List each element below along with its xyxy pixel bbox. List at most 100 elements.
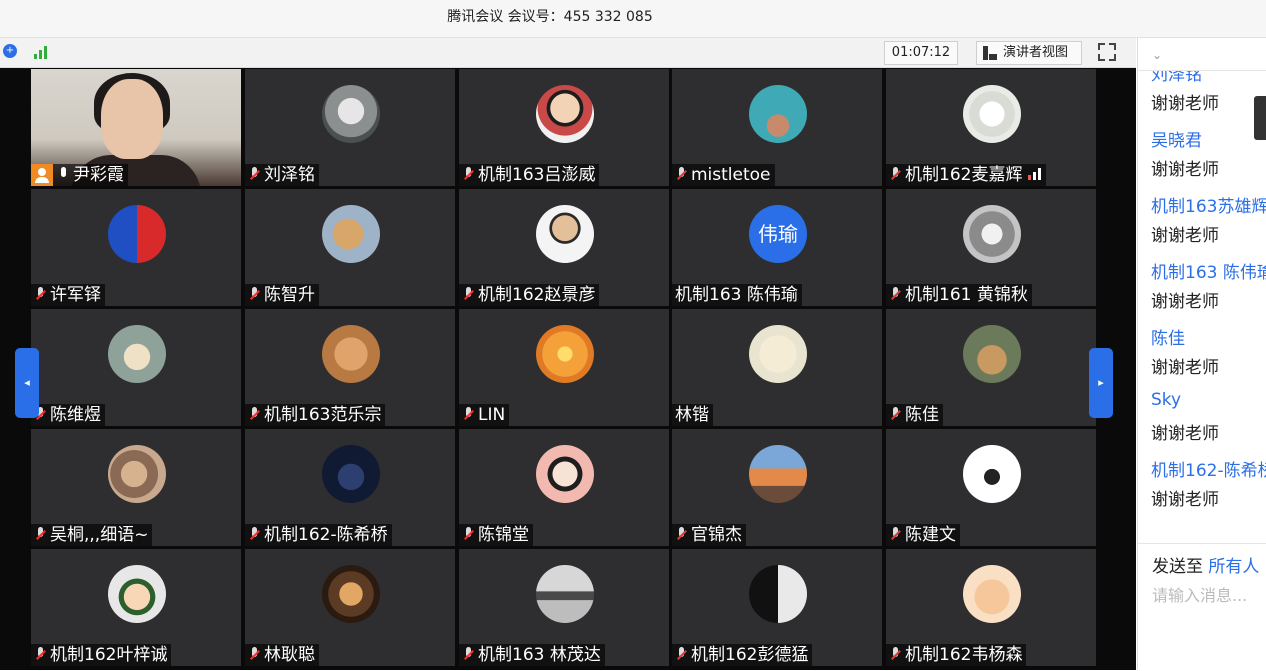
speaker-view-label: 演讲者视图 <box>1003 45 1069 60</box>
mic-muted-icon <box>34 287 47 302</box>
participant-name-bar: 机制163 林茂达 <box>459 644 605 666</box>
participant-avatar <box>108 325 166 383</box>
participant-name: 吴桐,,,细语~ <box>50 525 149 545</box>
participant-name-bar: 吴桐,,,细语~ <box>31 524 153 546</box>
participant-tile[interactable]: 吴桐,,,细语~ <box>31 429 241 546</box>
participant-name: 陈建文 <box>905 525 956 545</box>
chat-message-list[interactable]: 刘泽铭 谢谢老师 吴晓君 谢谢老师 机制163苏雄辉 谢谢老师 机制163 陈伟瑜 谢谢老师陈… <box>1138 71 1266 541</box>
participant-name-bar: 尹彩霞 <box>31 164 128 186</box>
participant-tile[interactable]: 机制163 林茂达 <box>459 549 669 666</box>
participant-tile[interactable]: 陈智升 <box>245 189 455 306</box>
participant-name-bar: 机制162韦杨森 <box>886 644 1027 666</box>
participant-name-bar: 机制162赵景彦 <box>459 284 600 306</box>
participant-tile[interactable]: 许军铎 <box>31 189 241 306</box>
mic-muted-icon <box>889 287 902 302</box>
speaker-view-button[interactable]: 演讲者视图 <box>976 41 1082 65</box>
mic-muted-icon <box>248 527 261 542</box>
participant-avatar <box>963 205 1021 263</box>
participant-avatar <box>108 445 166 503</box>
participant-name: 机制162韦杨森 <box>905 645 1023 665</box>
participant-avatar <box>963 445 1021 503</box>
participant-name: 机制163 林茂达 <box>478 645 601 665</box>
participant-tile[interactable]: 机制162麦嘉辉 <box>886 69 1096 186</box>
host-badge-icon <box>31 164 53 186</box>
participant-name: 机制162赵景彦 <box>478 285 596 305</box>
participant-tile[interactable]: mistletoe <box>672 69 882 186</box>
participant-avatar <box>322 325 380 383</box>
chat-message-text: 谢谢老师 <box>1151 424 1219 444</box>
send-to-target[interactable]: 所有人 <box>1208 557 1259 577</box>
participant-tile[interactable]: 官锦杰 <box>672 429 882 546</box>
participant-avatar <box>322 205 380 263</box>
participant-name: 陈维煜 <box>50 405 101 425</box>
chat-sender-name: 机制163 陈伟瑜 <box>1151 263 1266 283</box>
participant-tile[interactable]: 林耿聪 <box>245 549 455 666</box>
participant-name-bar: 刘泽铭 <box>245 164 319 186</box>
prev-page-button[interactable]: ◂ <box>15 348 39 418</box>
participant-tile[interactable]: 林锴 <box>672 309 882 426</box>
participant-avatar <box>536 565 594 623</box>
chat-sender-name: 机制162-陈希桥 <box>1151 461 1266 481</box>
participant-tile[interactable]: 机制162韦杨森 <box>886 549 1096 666</box>
send-to-label: 发送至 <box>1152 557 1203 577</box>
participant-name-bar: 许军铎 <box>31 284 105 306</box>
chat-input-area: 发送至 所有人 请输入消息... <box>1138 543 1266 671</box>
participant-name-bar: 官锦杰 <box>672 524 746 546</box>
participant-tile[interactable]: 尹彩霞 <box>31 69 241 186</box>
participant-name-bar: 机制161 黄锦秋 <box>886 284 1032 306</box>
chat-sender-name: 陈佳 <box>1151 329 1185 349</box>
participant-name: 机制163范乐宗 <box>264 405 382 425</box>
chat-input[interactable]: 请输入消息... <box>1152 582 1247 606</box>
security-shield-icon[interactable]: + <box>3 44 17 58</box>
participant-tile[interactable]: 机制161 黄锦秋 <box>886 189 1096 306</box>
participant-name-bar: 机制162麦嘉辉 <box>886 164 1047 186</box>
fullscreen-icon[interactable] <box>1098 43 1116 61</box>
participant-name-bar: LIN <box>459 404 510 426</box>
chat-scroll-handle[interactable] <box>1254 96 1266 140</box>
participant-name-bar: 陈锦堂 <box>459 524 533 546</box>
participant-tile[interactable]: 伟瑜 机制163 陈伟瑜 <box>672 189 882 306</box>
next-page-button[interactable]: ▸ <box>1089 348 1113 418</box>
chat-message-text: 谢谢老师 <box>1151 358 1219 378</box>
mic-muted-icon <box>889 167 902 182</box>
participant-tile[interactable]: 机制163吕澎威 <box>459 69 669 186</box>
participant-name: 官锦杰 <box>691 525 742 545</box>
chat-header: ⌄ <box>1138 38 1266 71</box>
participant-tile[interactable]: 机制163范乐宗 <box>245 309 455 426</box>
participant-tile[interactable]: 机制162彭德猛 <box>672 549 882 666</box>
mic-muted-icon <box>889 407 902 422</box>
network-signal-icon <box>1028 168 1042 180</box>
participant-name-bar: 机制163 陈伟瑜 <box>672 284 802 306</box>
participant-tile[interactable]: 机制162赵景彦 <box>459 189 669 306</box>
participant-tile[interactable]: 陈维煜 <box>31 309 241 426</box>
participant-name: 许军铎 <box>50 285 101 305</box>
mic-muted-icon <box>675 167 688 182</box>
mic-muted-icon <box>889 647 902 662</box>
chat-message-text: 谢谢老师 <box>1151 94 1219 114</box>
window-title: 腾讯会议 会议号：455 332 085 <box>447 9 653 25</box>
participant-name: LIN <box>478 405 506 425</box>
meeting-timer: 01:07:12 <box>884 41 958 65</box>
chat-sender-name: 刘泽铭 <box>1151 71 1202 85</box>
participant-avatar <box>108 205 166 263</box>
participant-tile[interactable]: 机制162-陈希桥 <box>245 429 455 546</box>
chevron-down-icon[interactable]: ⌄ <box>1152 48 1162 62</box>
participant-name-bar: 林耿聪 <box>245 644 319 666</box>
participant-tile[interactable]: 陈建文 <box>886 429 1096 546</box>
participant-name-bar: 林锴 <box>672 404 713 426</box>
mic-muted-icon <box>248 287 261 302</box>
participant-name-bar: 机制162叶梓诚 <box>31 644 172 666</box>
participant-name: 机制162叶梓诚 <box>50 645 168 665</box>
participant-name: 林耿聪 <box>264 645 315 665</box>
participant-tile[interactable]: LIN <box>459 309 669 426</box>
participant-tile[interactable]: 陈锦堂 <box>459 429 669 546</box>
participant-name: 机制162-陈希桥 <box>264 525 388 545</box>
chat-message-text: 谢谢老师 <box>1151 160 1219 180</box>
participant-tile[interactable]: 机制162叶梓诚 <box>31 549 241 666</box>
participant-tile[interactable]: 陈佳 <box>886 309 1096 426</box>
send-to-selector[interactable]: 发送至 所有人 <box>1152 552 1259 577</box>
network-signal-icon[interactable] <box>34 45 52 59</box>
participant-tile[interactable]: 刘泽铭 <box>245 69 455 186</box>
mic-muted-icon <box>462 647 475 662</box>
mic-icon <box>57 167 70 182</box>
